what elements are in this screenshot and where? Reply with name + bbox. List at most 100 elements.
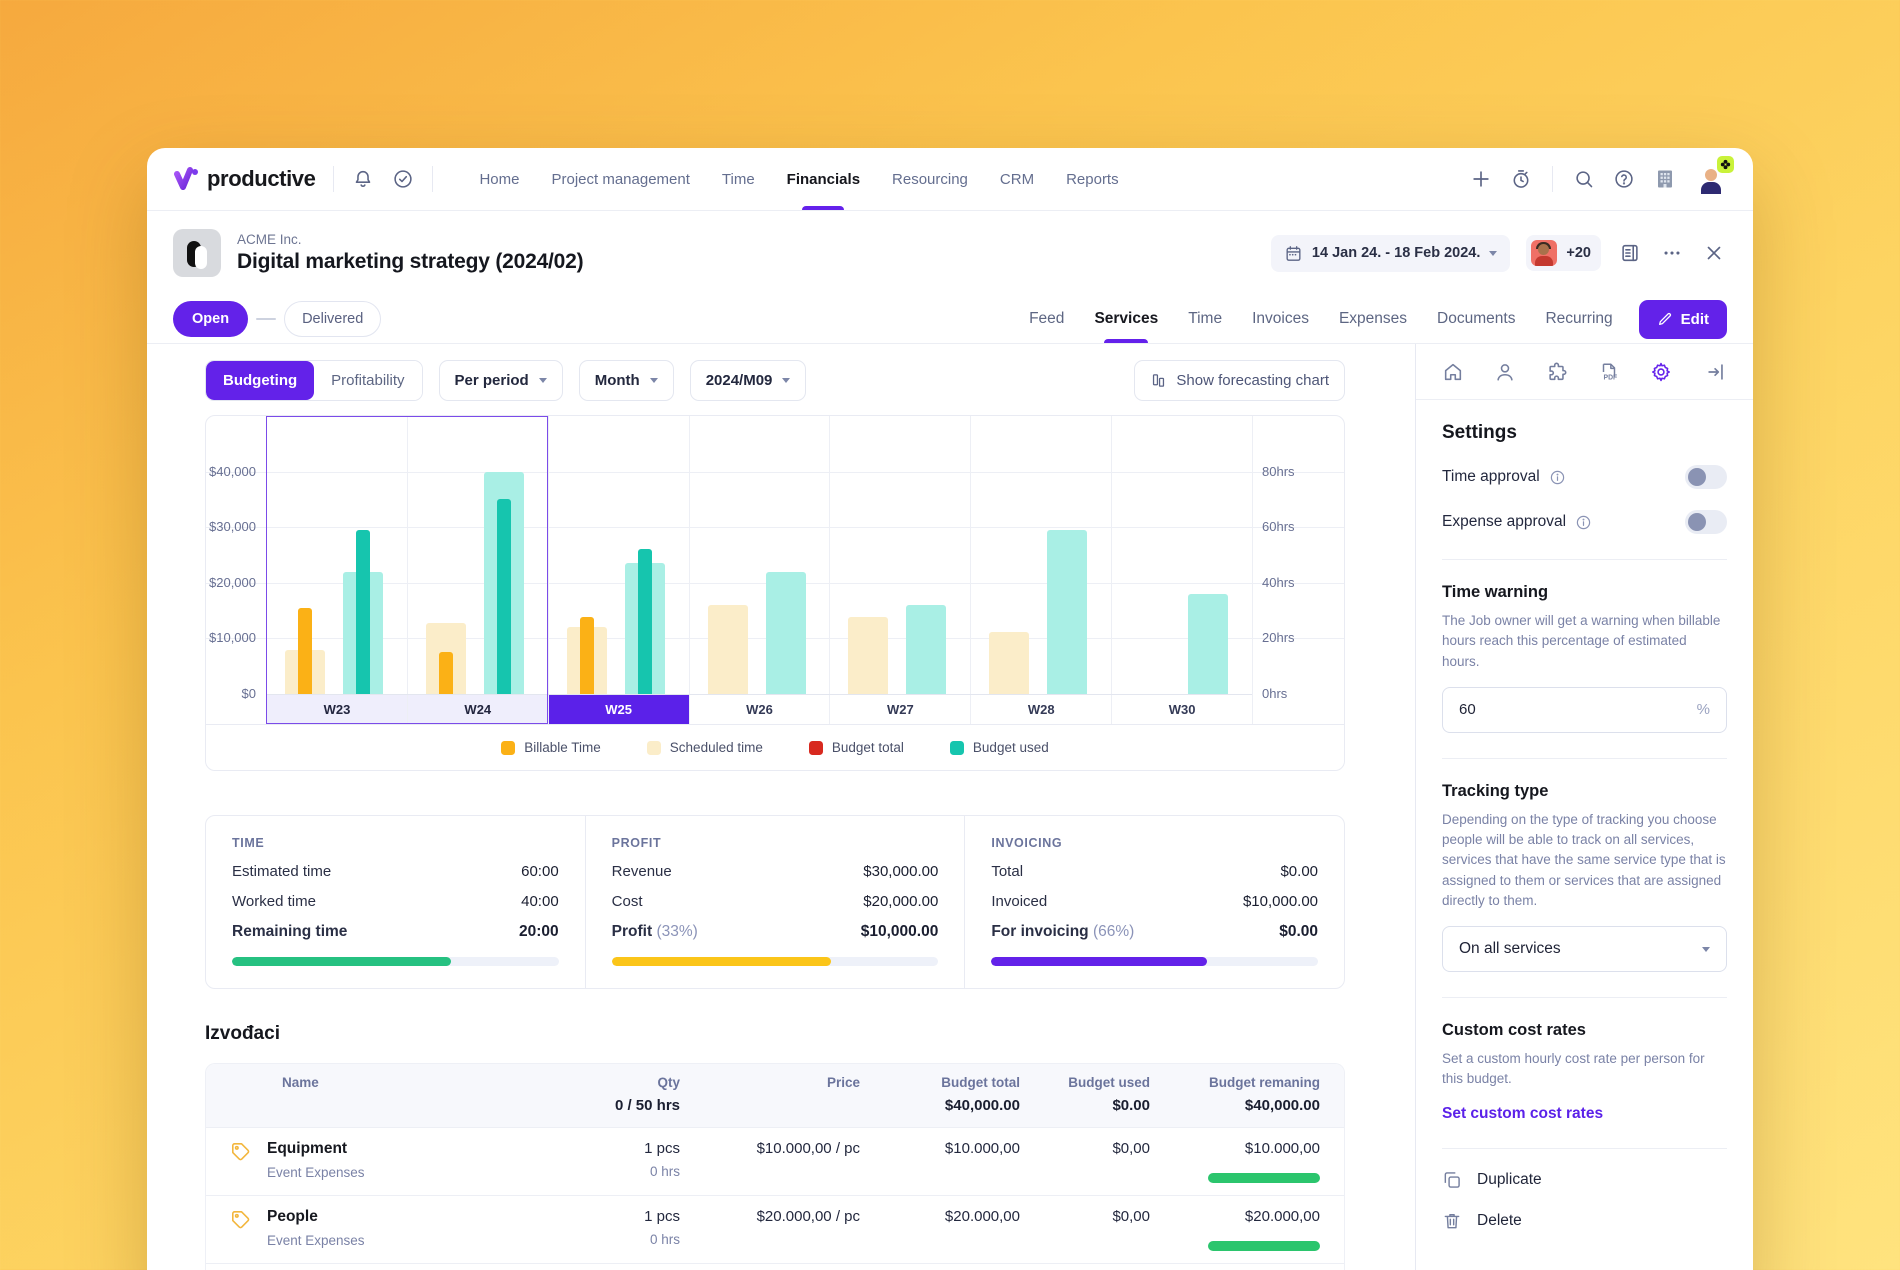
tab-services[interactable]: Services — [1094, 295, 1158, 343]
notifications-bell-icon[interactable] — [352, 168, 374, 190]
table-row[interactable]: PeopleEvent Expenses 1 pcs0 hrs $20.000,… — [206, 1195, 1344, 1263]
topbar: productive Home Project management Time … — [147, 148, 1753, 210]
info-icon[interactable] — [1549, 469, 1566, 486]
tracking-type-select[interactable]: On all services — [1442, 926, 1727, 972]
y-axis-left-tick: $40,000 — [206, 464, 256, 479]
bar-scheduled-time — [708, 605, 748, 694]
collapse-panel-icon[interactable] — [1705, 361, 1727, 383]
productive-logo-icon — [173, 167, 199, 191]
week-label-w30[interactable]: W30 — [1111, 695, 1252, 724]
duplicate-action[interactable]: Duplicate — [1442, 1170, 1727, 1190]
card-caption: INVOICING — [991, 836, 1318, 850]
settings-sidebar: PDF Settings Time approval — [1415, 344, 1753, 1270]
pdf-document-icon[interactable]: PDF — [1598, 361, 1620, 383]
row-label: Cost — [612, 893, 643, 910]
add-plus-icon[interactable] — [1470, 168, 1492, 190]
service-category: Event Expenses — [267, 1165, 365, 1180]
time-warning-value: 60 — [1459, 701, 1476, 718]
tab-time[interactable]: Time — [1188, 295, 1222, 343]
tab-invoices[interactable]: Invoices — [1252, 295, 1309, 343]
week-label-w25[interactable]: W25 — [548, 695, 689, 724]
edit-button[interactable]: Edit — [1639, 300, 1727, 339]
time-approval-toggle[interactable] — [1685, 465, 1727, 489]
granularity-select[interactable]: Month — [579, 360, 674, 401]
brand-logo[interactable]: productive — [173, 166, 315, 192]
y-axis-right-tick: 0hrs — [1262, 686, 1334, 701]
nav-item-home[interactable]: Home — [479, 148, 519, 210]
person-icon[interactable] — [1494, 361, 1516, 383]
chart-column-w26[interactable] — [689, 416, 830, 694]
delete-action[interactable]: Delete — [1442, 1211, 1727, 1231]
project-logo — [173, 229, 221, 277]
nav-item-financials[interactable]: Financials — [787, 148, 860, 210]
week-label-w23[interactable]: W23 — [266, 695, 407, 724]
week-label-w26[interactable]: W26 — [689, 695, 830, 724]
custom-cost-rates-description: Set a custom hourly cost rate per person… — [1442, 1049, 1727, 1090]
chart-week-band[interactable]: W23W24W25W26W27W28W30 — [266, 694, 1252, 724]
divider — [333, 166, 334, 192]
show-forecasting-chart-button[interactable]: Show forecasting chart — [1134, 360, 1345, 401]
agenda-list-icon[interactable] — [1617, 240, 1643, 266]
week-label-w28[interactable]: W28 — [970, 695, 1111, 724]
view-toggle-budgeting[interactable]: Budgeting — [206, 361, 314, 400]
user-avatar[interactable] — [1695, 163, 1727, 195]
chart-column-w27[interactable] — [829, 416, 970, 694]
tab-documents[interactable]: Documents — [1437, 295, 1515, 343]
tracking-type-value: On all services — [1459, 940, 1561, 958]
period-select[interactable]: 2024/M09 — [690, 360, 807, 401]
tab-feed[interactable]: Feed — [1029, 295, 1064, 343]
expense-approval-setting: Expense approval — [1442, 510, 1727, 534]
more-options-icon[interactable] — [1659, 240, 1685, 266]
status-badge-delivered[interactable]: Delivered — [284, 301, 381, 337]
nav-item-time[interactable]: Time — [722, 148, 755, 210]
y-axis-right-tick: 80hrs — [1262, 464, 1334, 479]
custom-cost-rates-title: Custom cost rates — [1442, 1021, 1727, 1040]
chart-controls: Budgeting Profitability Per period Month… — [205, 360, 1345, 401]
view-toggle-profitability[interactable]: Profitability — [314, 361, 421, 400]
close-icon[interactable] — [1701, 240, 1727, 266]
search-icon[interactable] — [1573, 168, 1595, 190]
row-label: Revenue — [612, 863, 672, 880]
divider — [1442, 997, 1727, 998]
service-category: Event Expenses — [267, 1233, 365, 1248]
col-total-budget-used: $0.00 — [1020, 1097, 1150, 1114]
chart-column-w28[interactable] — [970, 416, 1111, 694]
period-scope-select[interactable]: Per period — [439, 360, 563, 401]
chart-y-axis-left — [206, 416, 266, 724]
status-badge-open[interactable]: Open — [173, 301, 248, 337]
timer-stopwatch-icon[interactable] — [1510, 168, 1532, 190]
profit-summary-card: PROFIT Revenue$30,000.00 Cost$20,000.00 … — [585, 816, 965, 988]
chart-column-w24[interactable] — [407, 416, 548, 694]
legend-item-scheduled-time: Scheduled time — [647, 740, 763, 755]
time-warning-input[interactable]: 60 % — [1442, 687, 1727, 733]
divider — [1442, 1148, 1727, 1149]
nav-item-resourcing[interactable]: Resourcing — [892, 148, 968, 210]
table-row[interactable]: EquipmentEvent Expenses 1 pcs0 hrs $10.0… — [206, 1127, 1344, 1195]
chart-column-w25[interactable] — [548, 416, 689, 694]
week-label-w27[interactable]: W27 — [829, 695, 970, 724]
week-label-w24[interactable]: W24 — [407, 695, 548, 724]
chart-column-w30[interactable] — [1111, 416, 1252, 694]
puzzle-integrations-icon[interactable] — [1546, 361, 1568, 383]
col-header-price: Price — [680, 1075, 860, 1090]
service-qty: 1 pcs — [570, 1140, 680, 1157]
home-icon[interactable] — [1442, 361, 1464, 383]
info-icon[interactable] — [1575, 514, 1592, 531]
organization-building-icon[interactable] — [1653, 167, 1677, 191]
help-icon[interactable] — [1613, 168, 1635, 190]
bar-scheduled-time — [989, 632, 1029, 694]
expense-approval-toggle[interactable] — [1685, 510, 1727, 534]
date-range-picker[interactable]: 14 Jan 24. - 18 Feb 2024. — [1271, 235, 1510, 272]
tab-expenses[interactable]: Expenses — [1339, 295, 1407, 343]
chart-column-w23[interactable] — [266, 416, 407, 694]
chart-plot[interactable] — [266, 416, 1252, 694]
members-button[interactable]: +20 — [1526, 235, 1601, 271]
bar-budget-used-light- — [766, 572, 806, 694]
approvals-check-icon[interactable] — [392, 168, 414, 190]
set-custom-cost-rates-link[interactable]: Set custom cost rates — [1442, 1105, 1727, 1123]
nav-item-reports[interactable]: Reports — [1066, 148, 1119, 210]
nav-item-crm[interactable]: CRM — [1000, 148, 1034, 210]
nav-item-project-management[interactable]: Project management — [551, 148, 689, 210]
gear-settings-icon[interactable] — [1650, 361, 1672, 383]
tab-recurring[interactable]: Recurring — [1545, 295, 1612, 343]
